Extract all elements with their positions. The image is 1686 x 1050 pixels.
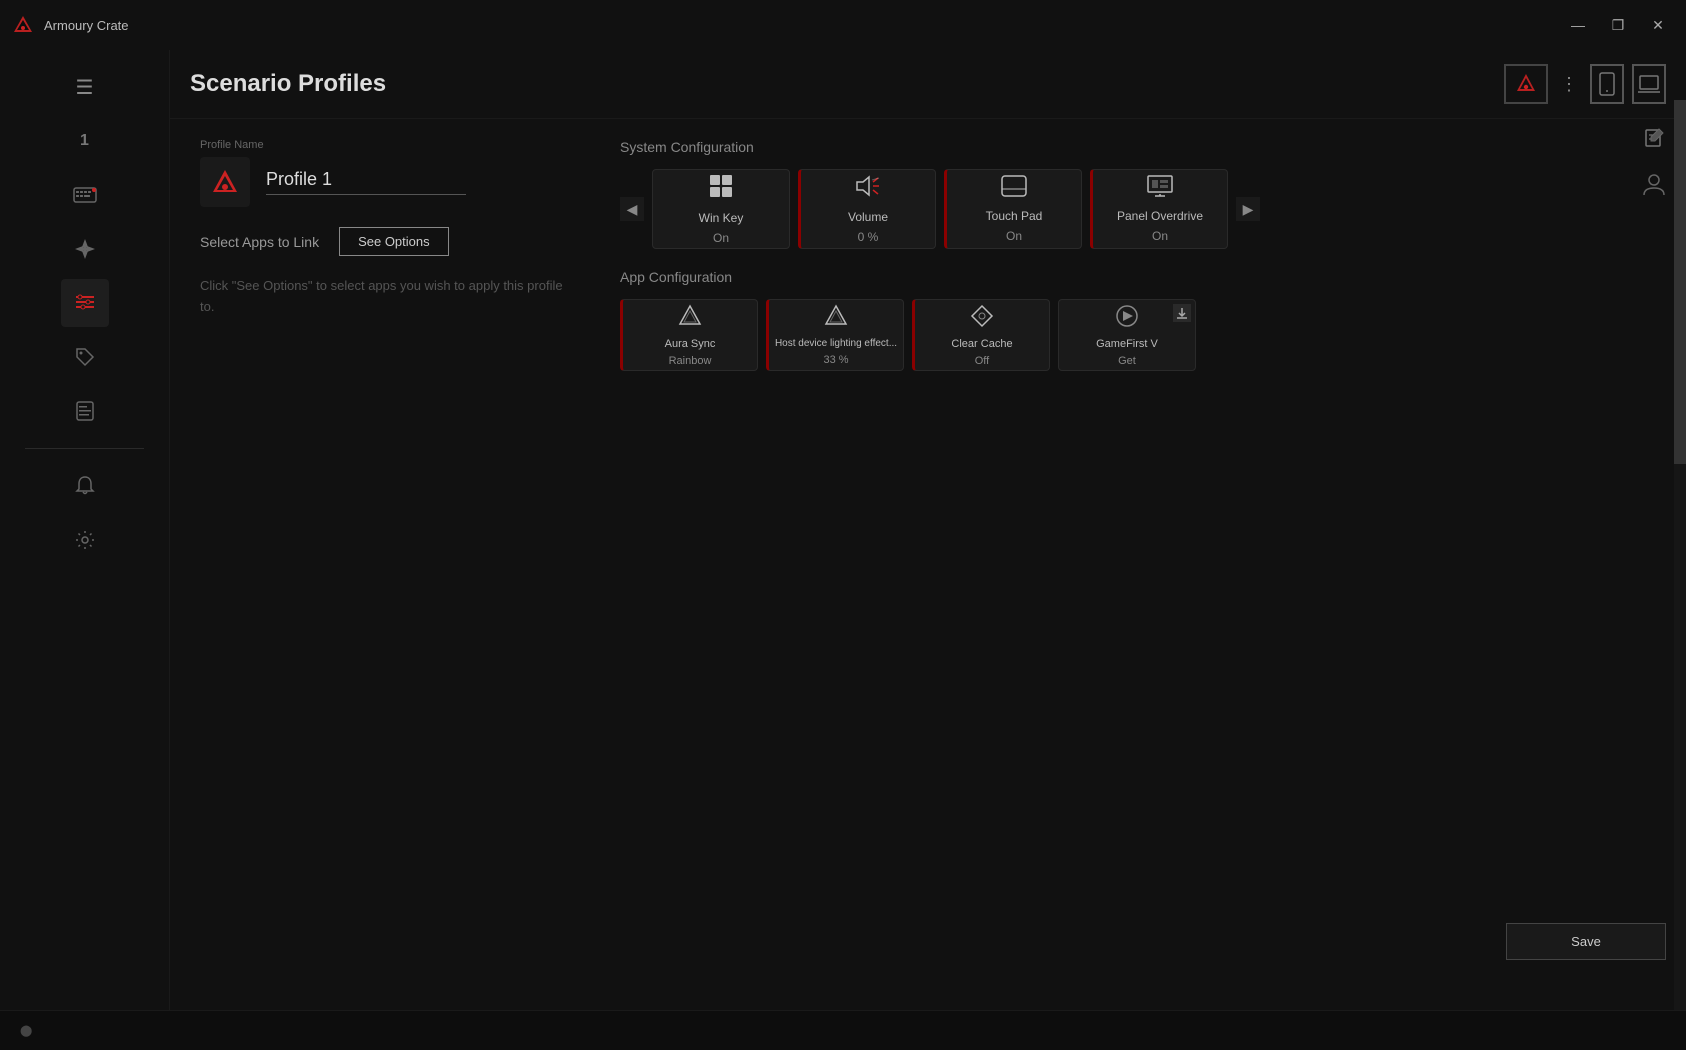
hint-text: Click "See Options" to select apps you w… bbox=[200, 276, 580, 318]
gamefirst-icon bbox=[1115, 304, 1139, 333]
scenario-icon bbox=[74, 292, 96, 314]
page-title: Scenario Profiles bbox=[190, 70, 1504, 98]
rog-frame-icon[interactable] bbox=[1504, 64, 1548, 104]
titlebar: Armoury Crate — ❐ ✕ bbox=[0, 0, 1686, 50]
top-right-section: ⋮ bbox=[1504, 64, 1666, 104]
rog-logo-icon bbox=[1513, 71, 1539, 97]
config-card-win-key[interactable]: Win Key On bbox=[652, 169, 790, 249]
gamefirst-value: Get bbox=[1118, 355, 1136, 367]
config-card-touch-pad[interactable]: Touch Pad On bbox=[944, 169, 1082, 249]
notification-icon bbox=[74, 475, 96, 497]
app-card-gamefirst-v[interactable]: GameFirst V Get bbox=[1058, 299, 1196, 371]
app-config-title: App Configuration bbox=[620, 269, 1656, 285]
clear-cache-icon bbox=[970, 304, 994, 333]
win-key-label: Win Key bbox=[699, 211, 744, 225]
sidebar-item-keyboard[interactable] bbox=[61, 171, 109, 219]
profile-name-label: Profile Name bbox=[200, 139, 580, 151]
sidebar-item-fan[interactable] bbox=[61, 225, 109, 273]
content-area: Profile Name Select Apps to Link See Opt… bbox=[170, 119, 1686, 411]
config-card-volume[interactable]: Volume 0 % bbox=[798, 169, 936, 249]
profile-icon bbox=[200, 157, 250, 207]
clear-cache-label: Clear Cache bbox=[951, 338, 1012, 350]
sidebar-item-notifications[interactable] bbox=[61, 462, 109, 510]
touch-pad-value: On bbox=[1006, 229, 1022, 243]
close-button[interactable]: ✕ bbox=[1642, 9, 1674, 41]
system-config-cards: ◀ Win Key On bbox=[620, 169, 1656, 249]
aura-sync-icon bbox=[678, 304, 702, 333]
more-options-icon[interactable]: ⋮ bbox=[1556, 70, 1582, 99]
device-icon-1[interactable] bbox=[1590, 64, 1624, 104]
touch-pad-label: Touch Pad bbox=[986, 209, 1043, 223]
save-bar: Save bbox=[1506, 913, 1666, 970]
aura-sync-label: Aura Sync bbox=[665, 338, 716, 350]
files-icon bbox=[75, 400, 95, 422]
sidebar-item-settings[interactable] bbox=[61, 516, 109, 564]
settings-icon bbox=[74, 529, 96, 551]
top-area: Scenario Profiles ⋮ bbox=[170, 50, 1686, 119]
sidebar-divider bbox=[25, 448, 143, 449]
phone-icon bbox=[1598, 72, 1616, 96]
volume-icon bbox=[855, 174, 881, 204]
select-apps-row: Select Apps to Link See Options bbox=[200, 227, 580, 256]
app-card-aura-sync[interactable]: Aura Sync Rainbow bbox=[620, 299, 758, 371]
config-card-panel-overdrive[interactable]: Panel Overdrive On bbox=[1090, 169, 1228, 249]
profile-logo-icon bbox=[209, 166, 241, 198]
scrollbar-thumb bbox=[1674, 100, 1686, 464]
system-config-title: System Configuration bbox=[620, 139, 1656, 155]
touch-pad-icon bbox=[1000, 175, 1028, 203]
nav-arrow-right[interactable]: ▶ bbox=[1236, 197, 1260, 221]
sidebar-item-performance[interactable]: 1 bbox=[61, 117, 109, 165]
sidebar-item-gamevisual[interactable] bbox=[61, 333, 109, 381]
select-apps-label: Select Apps to Link bbox=[200, 234, 319, 250]
win-key-icon bbox=[708, 173, 734, 205]
clear-cache-value: Off bbox=[975, 355, 989, 367]
device-icon-2[interactable] bbox=[1632, 64, 1666, 104]
sidebar-item-files[interactable] bbox=[61, 387, 109, 435]
status-text: ⬤ bbox=[20, 1024, 32, 1037]
profile-section: Profile Name Select Apps to Link See Opt… bbox=[200, 139, 580, 391]
see-options-button[interactable]: See Options bbox=[339, 227, 449, 256]
aura-sync-value: Rainbow bbox=[669, 355, 712, 367]
app-card-host-device[interactable]: Host device lighting effect... 33 % bbox=[766, 299, 904, 371]
config-section: System Configuration ◀ Win Key On bbox=[620, 139, 1656, 391]
laptop-icon bbox=[1638, 74, 1660, 94]
app-card-clear-cache[interactable]: Clear Cache Off bbox=[912, 299, 1050, 371]
panel-overdrive-value: On bbox=[1152, 229, 1168, 243]
sidebar: ☰ 1 bbox=[0, 50, 170, 1010]
fan-icon bbox=[73, 237, 97, 261]
download-icon bbox=[1173, 304, 1191, 322]
statusbar: ⬤ bbox=[0, 1010, 1686, 1050]
sidebar-item-scenario[interactable] bbox=[61, 279, 109, 327]
gamefirst-label: GameFirst V bbox=[1096, 338, 1158, 350]
vertical-scrollbar[interactable] bbox=[1674, 100, 1686, 1010]
nav-arrow-left[interactable]: ◀ bbox=[620, 197, 644, 221]
app-logo bbox=[12, 14, 34, 36]
profile-row bbox=[200, 157, 580, 207]
minimize-button[interactable]: — bbox=[1562, 9, 1594, 41]
host-device-label: Host device lighting effect... bbox=[775, 338, 897, 349]
window-controls: — ❐ ✕ bbox=[1562, 9, 1674, 41]
win-key-value: On bbox=[713, 231, 729, 245]
keyboard-icon bbox=[73, 184, 97, 206]
save-button[interactable]: Save bbox=[1506, 923, 1666, 960]
maximize-button[interactable]: ❐ bbox=[1602, 9, 1634, 41]
volume-label: Volume bbox=[848, 210, 888, 224]
host-device-icon bbox=[824, 304, 848, 333]
panel-overdrive-label: Panel Overdrive bbox=[1117, 209, 1203, 223]
panel-overdrive-icon bbox=[1147, 175, 1173, 203]
host-device-value: 33 % bbox=[823, 354, 848, 366]
profile-name-input[interactable] bbox=[266, 169, 466, 195]
main-content: Scenario Profiles ⋮ bbox=[170, 50, 1686, 1010]
app-title: Armoury Crate bbox=[44, 18, 1562, 33]
tag-icon bbox=[74, 346, 96, 368]
sidebar-item-menu[interactable]: ☰ bbox=[61, 63, 109, 111]
app-config-cards: Aura Sync Rainbow Host device lighting e… bbox=[620, 299, 1656, 371]
volume-value: 0 % bbox=[858, 230, 879, 244]
